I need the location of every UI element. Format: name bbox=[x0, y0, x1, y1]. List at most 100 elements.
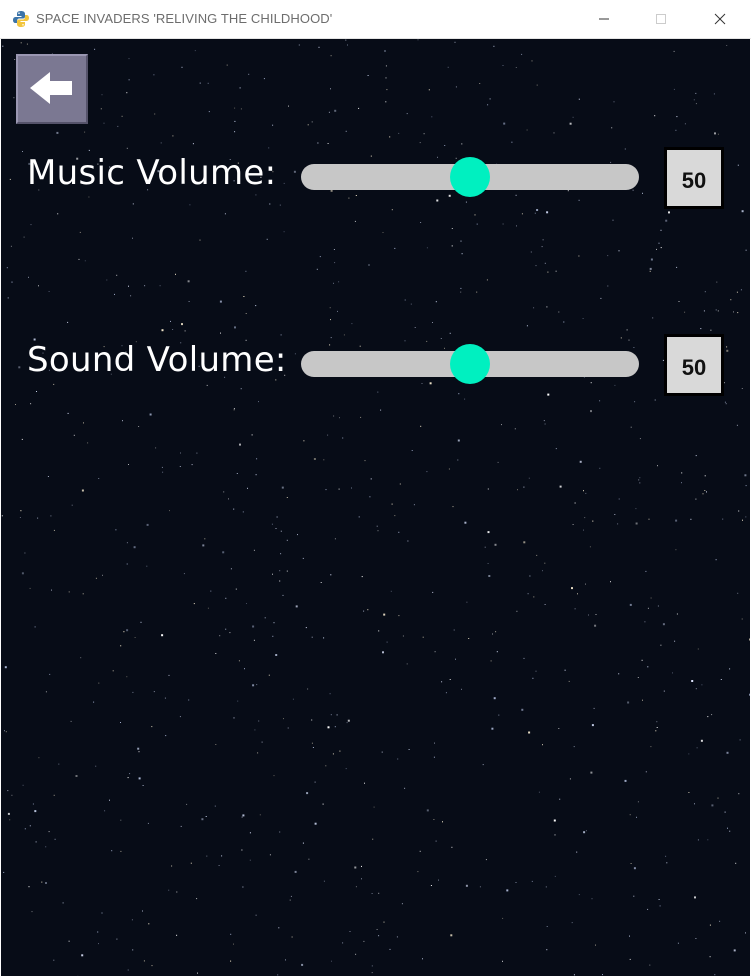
star bbox=[527, 593, 529, 595]
star bbox=[228, 498, 229, 500]
star bbox=[676, 266, 678, 268]
star bbox=[288, 105, 289, 107]
star bbox=[347, 719, 350, 722]
star bbox=[233, 943, 234, 945]
star bbox=[547, 393, 550, 396]
star bbox=[109, 799, 110, 801]
star bbox=[553, 819, 556, 822]
maximize-button[interactable] bbox=[638, 0, 684, 38]
star bbox=[502, 65, 504, 66]
sound-volume-slider[interactable] bbox=[301, 344, 639, 384]
star bbox=[272, 635, 274, 637]
maximize-icon bbox=[656, 14, 666, 24]
star bbox=[100, 108, 102, 110]
star bbox=[428, 89, 430, 91]
star bbox=[573, 746, 575, 748]
star bbox=[325, 765, 327, 767]
star bbox=[338, 488, 340, 490]
star bbox=[201, 818, 204, 821]
star bbox=[546, 926, 548, 927]
star bbox=[432, 322, 433, 323]
star bbox=[697, 648, 699, 650]
star bbox=[189, 204, 191, 206]
star bbox=[657, 465, 658, 467]
star bbox=[442, 821, 443, 823]
star bbox=[20, 42, 22, 44]
star bbox=[329, 307, 331, 309]
star bbox=[690, 518, 692, 520]
star bbox=[128, 464, 129, 465]
star bbox=[159, 285, 161, 287]
star bbox=[404, 340, 406, 342]
star bbox=[273, 775, 275, 777]
star bbox=[526, 325, 528, 327]
close-button[interactable] bbox=[697, 0, 743, 38]
star bbox=[593, 707, 595, 709]
star bbox=[394, 247, 396, 249]
music-volume-slider[interactable] bbox=[301, 157, 639, 197]
star bbox=[421, 383, 423, 384]
star bbox=[140, 621, 142, 623]
star bbox=[367, 609, 369, 611]
title-bar[interactable]: SPACE INVADERS 'RELIVING THE CHILDHOOD' bbox=[0, 0, 751, 39]
star bbox=[514, 428, 516, 430]
minimize-button[interactable] bbox=[581, 0, 627, 38]
star bbox=[630, 863, 632, 864]
star bbox=[426, 340, 428, 342]
star bbox=[132, 237, 133, 239]
star bbox=[208, 111, 210, 113]
close-icon bbox=[714, 13, 726, 25]
star bbox=[333, 415, 335, 417]
star bbox=[22, 151, 23, 152]
star bbox=[24, 552, 26, 554]
star bbox=[390, 590, 392, 592]
star bbox=[54, 838, 56, 840]
star bbox=[29, 587, 31, 589]
back-button[interactable] bbox=[16, 54, 88, 124]
star bbox=[741, 210, 744, 213]
music-volume-thumb[interactable] bbox=[450, 157, 490, 197]
star bbox=[233, 717, 235, 719]
sound-volume-thumb[interactable] bbox=[450, 344, 490, 384]
star bbox=[749, 693, 750, 696]
star bbox=[599, 400, 601, 402]
star bbox=[544, 604, 546, 605]
star bbox=[574, 502, 576, 504]
star bbox=[347, 44, 348, 46]
star bbox=[172, 329, 174, 330]
star bbox=[243, 296, 245, 297]
star bbox=[94, 48, 96, 50]
star bbox=[694, 896, 696, 899]
star bbox=[420, 222, 422, 223]
star bbox=[399, 483, 401, 485]
star bbox=[269, 854, 271, 856]
star bbox=[355, 195, 357, 196]
star bbox=[280, 553, 282, 555]
star bbox=[367, 75, 369, 76]
star bbox=[534, 212, 536, 214]
star bbox=[727, 827, 728, 829]
star bbox=[655, 730, 657, 732]
star bbox=[413, 504, 415, 506]
star bbox=[256, 684, 258, 686]
star bbox=[546, 949, 548, 951]
star bbox=[385, 65, 387, 67]
star bbox=[627, 701, 630, 704]
star bbox=[187, 280, 190, 283]
star bbox=[172, 135, 174, 137]
minimize-icon bbox=[599, 18, 609, 20]
star bbox=[252, 625, 255, 628]
star bbox=[13, 97, 15, 99]
star bbox=[468, 638, 470, 639]
star bbox=[261, 741, 263, 743]
star bbox=[246, 603, 247, 604]
star bbox=[645, 771, 647, 773]
star bbox=[485, 859, 487, 861]
star bbox=[555, 270, 557, 272]
star bbox=[169, 510, 170, 512]
star bbox=[440, 338, 442, 339]
star bbox=[348, 197, 350, 199]
star bbox=[674, 640, 676, 642]
star bbox=[103, 122, 105, 124]
star bbox=[171, 865, 173, 867]
